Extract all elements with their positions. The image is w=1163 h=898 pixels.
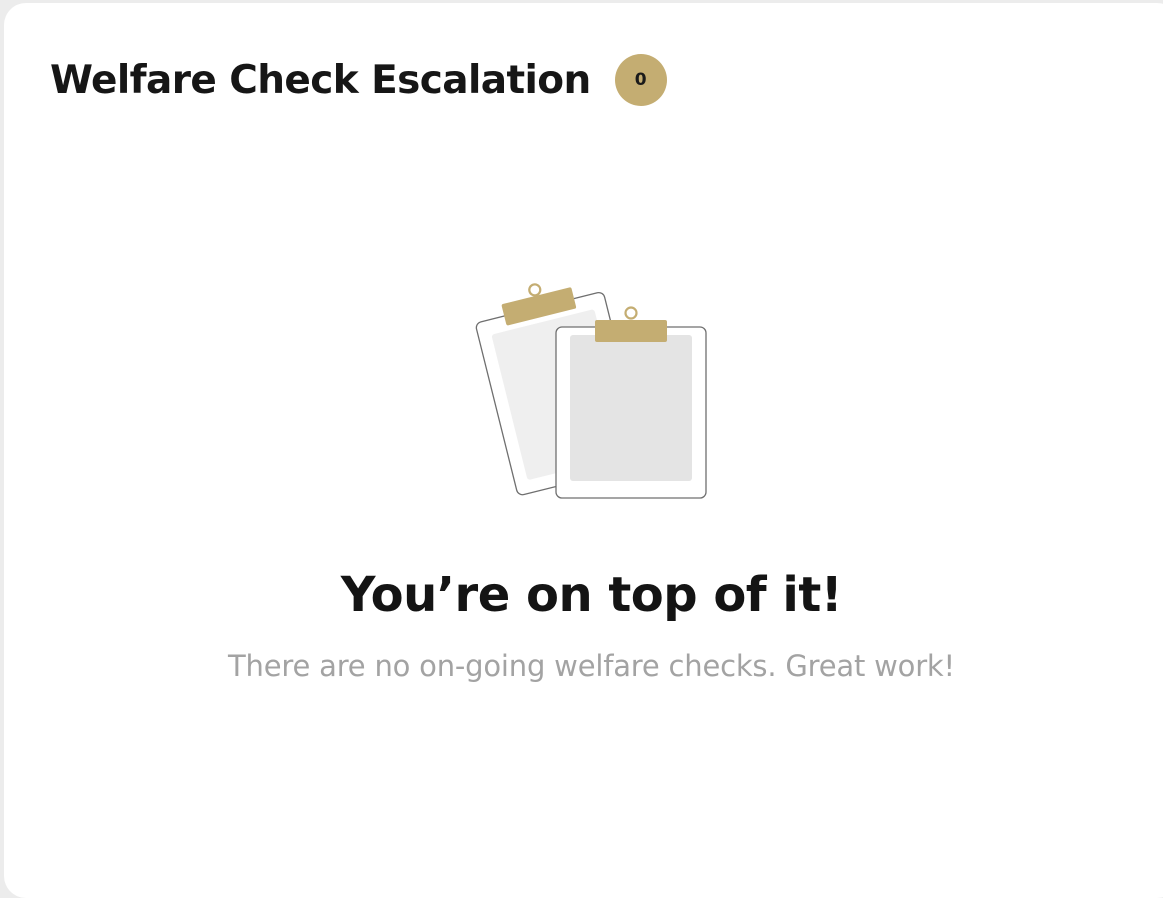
welfare-check-escalation-card: Welfare Check Escalation 0 You’re on top… (4, 3, 1163, 898)
clipboards-icon (474, 273, 714, 505)
empty-state-headline: You’re on top of it! (340, 567, 843, 623)
empty-state-message: There are no on-going welfare checks. Gr… (228, 649, 955, 683)
panel-title: Welfare Check Escalation (50, 57, 591, 103)
count-badge: 0 (614, 54, 667, 106)
card-header: Welfare Check Escalation 0 (50, 49, 667, 111)
